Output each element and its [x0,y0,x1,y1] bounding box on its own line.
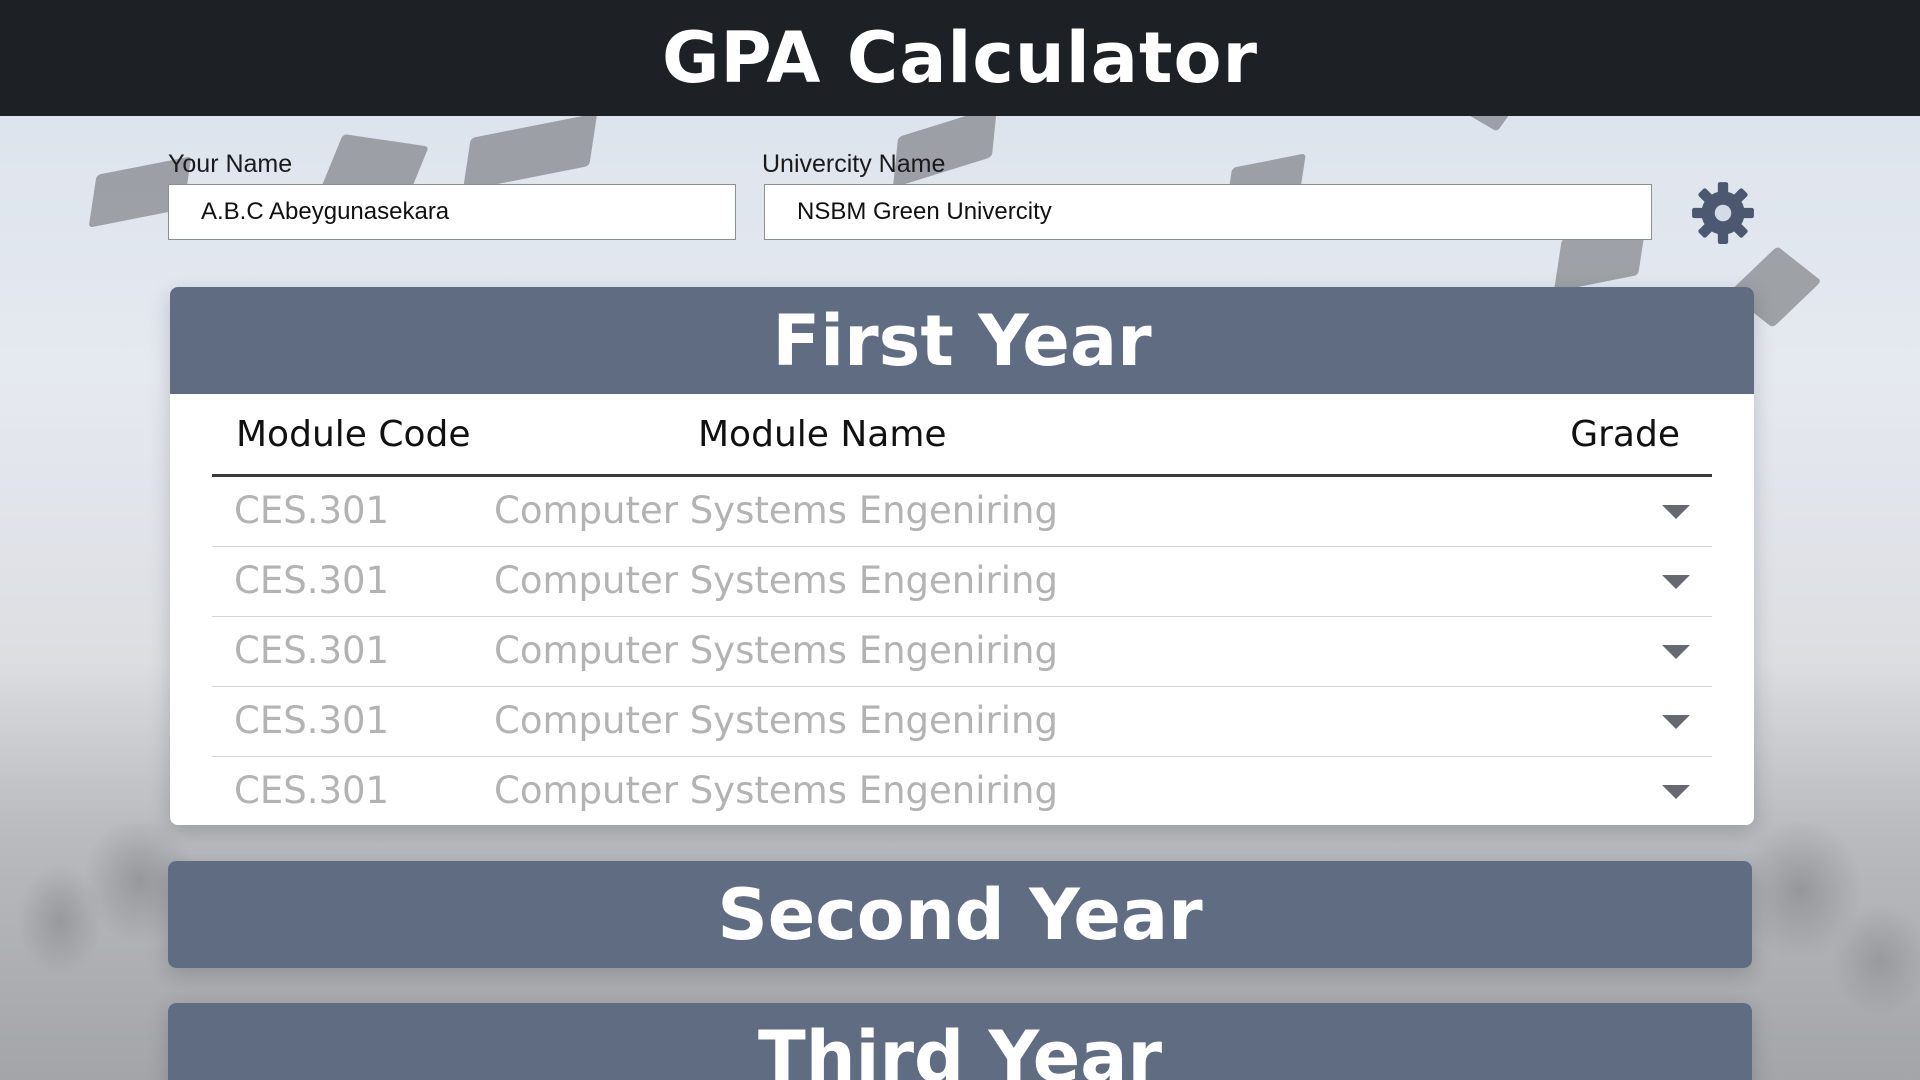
your-name-label: Your Name [168,150,293,178]
module-code: CES.301 [234,629,390,672]
module-code: CES.301 [234,559,390,602]
app-title: GPA Calculator [661,17,1259,99]
grade-dropdown[interactable] [1642,775,1698,811]
university-name-label: Univercity Name [762,150,946,178]
gear-icon[interactable] [1690,180,1756,246]
grade-header: Grade [1570,414,1680,455]
grade-dropdown[interactable] [1642,635,1698,671]
module-name: Computer Systems Engenirin​g [494,489,1058,532]
university-name-input[interactable] [764,184,1652,240]
module-code-header: Module Code [236,414,471,455]
module-code: CES.301 [234,699,390,742]
module-row: CES.301 Computer Systems Engenirin​g [212,547,1712,617]
module-code: CES.301 [234,489,390,532]
chevron-down-icon [1662,505,1690,519]
grade-dropdown[interactable] [1642,495,1698,531]
module-name: Computer Systems Engenirin​g [494,769,1058,812]
module-row: CES.301 Computer Systems Engenirin​g [212,757,1712,825]
grade-dropdown[interactable] [1642,565,1698,601]
chevron-down-icon [1662,575,1690,589]
first-year-card: First Year Module Code Module Name Grade… [170,287,1754,825]
module-list: CES.301 Computer Systems Engenirin​g CES… [170,477,1754,825]
module-name: Computer Systems Engenirin​g [494,629,1058,672]
top-bar: GPA Calculator [0,0,1920,116]
third-year-header[interactable]: Third Year [168,1003,1752,1080]
module-name-header: Module Name [698,414,947,455]
your-name-input[interactable] [168,184,736,240]
gpa-calculator-page: GPA Calculator Your Name Univercity Name… [0,0,1920,1080]
second-year-card: Second Year [168,861,1752,968]
chevron-down-icon [1662,785,1690,799]
third-year-card: Third Year [168,1003,1752,1080]
module-code: CES.301 [234,769,390,812]
module-row: CES.301 Computer Systems Engenirin​g [212,477,1712,547]
chevron-down-icon [1662,645,1690,659]
table-header-row: Module Code Module Name Grade [212,394,1712,477]
module-name: Computer Systems Engenirin​g [494,699,1058,742]
grade-dropdown[interactable] [1642,705,1698,741]
module-row: CES.301 Computer Systems Engenirin​g [212,687,1712,757]
module-row: CES.301 Computer Systems Engenirin​g [212,617,1712,687]
chevron-down-icon [1662,715,1690,729]
second-year-header[interactable]: Second Year [168,861,1752,968]
first-year-header[interactable]: First Year [170,287,1754,394]
module-name: Computer Systems Engenirin​g [494,559,1058,602]
